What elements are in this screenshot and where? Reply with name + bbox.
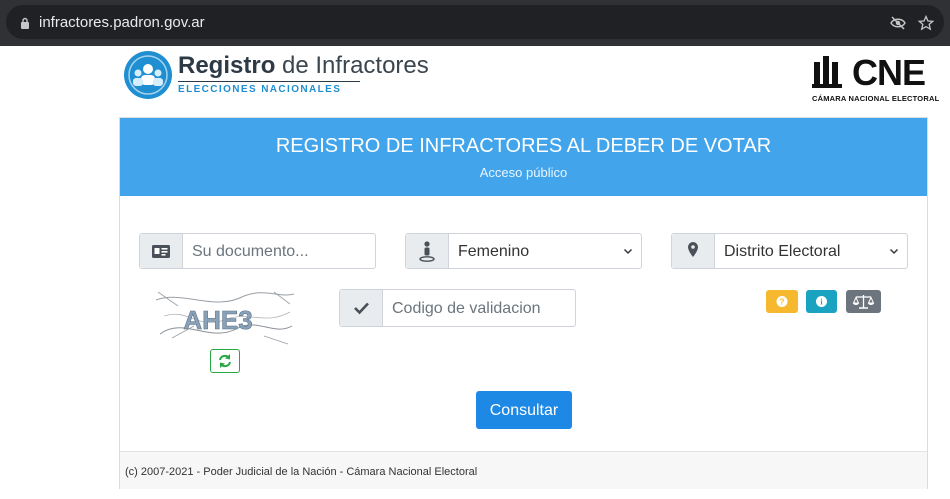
card-title: REGISTRO DE INFRACTORES AL DEBER DE VOTA… — [275, 135, 772, 157]
registro-logo-icon — [124, 51, 172, 99]
id-card-icon — [140, 234, 183, 268]
question-icon: ? — [776, 296, 788, 307]
cne-subtitle: CÁMARA NACIONAL ELECTORAL — [812, 94, 940, 103]
map-marker-icon — [672, 234, 715, 268]
url-text: infractores.padron.gov.ar — [39, 14, 205, 31]
card-subtitle: Acceso público — [479, 165, 568, 180]
star-icon[interactable] — [918, 15, 934, 31]
card-footer: (c) 2007-2021 - Poder Judicial de la Nac… — [120, 451, 927, 489]
refresh-captcha-button[interactable] — [210, 349, 240, 373]
cne-building-icon — [812, 56, 842, 88]
cne-logo: CNE CÁMARA NACIONAL ELECTORAL — [812, 50, 939, 106]
check-icon — [340, 290, 383, 326]
info-icon: i — [816, 296, 827, 307]
validation-code-input[interactable]: Codigo de validacion — [392, 300, 541, 318]
footer-copyright: (c) 2007-2021 - Poder Judicial de la Nac… — [125, 466, 478, 478]
cne-text: CNE — [852, 52, 926, 93]
logo-subtitle: ELECCIONES NACIONALES — [178, 84, 342, 95]
refresh-icon — [219, 354, 231, 368]
logo-title: Registro de Infractores — [178, 52, 429, 79]
validation-input-group: Codigo de validacion — [339, 289, 576, 327]
info-button[interactable]: i — [806, 290, 837, 313]
page-header: Registro de Infractores ELECCIONES NACIO… — [120, 46, 939, 116]
document-input[interactable]: Su documento... — [192, 243, 309, 261]
captcha-image: AHE3 — [154, 286, 296, 348]
lock-icon — [21, 17, 29, 29]
chevron-down-icon — [623, 248, 633, 255]
gender-select-group: Femenino — [405, 233, 642, 269]
document-input-group: Su documento... — [139, 233, 376, 269]
search-card: REGISTRO DE INFRACTORES AL DEBER DE VOTA… — [119, 117, 928, 489]
balance-scale-icon — [852, 295, 875, 309]
logo-divider — [178, 81, 360, 82]
legal-button[interactable] — [846, 290, 881, 313]
help-button[interactable]: ? — [766, 290, 798, 313]
address-bar[interactable]: infractores.padron.gov.ar — [6, 5, 944, 39]
district-select-group: Distrito Electoral — [671, 233, 908, 269]
chevron-down-icon — [889, 248, 899, 255]
browser-toolbar: infractores.padron.gov.ar — [0, 0, 950, 46]
gender-select[interactable]: Femenino — [458, 243, 529, 261]
district-select[interactable]: Distrito Electoral — [724, 243, 840, 261]
consultar-button[interactable]: Consultar — [476, 391, 572, 429]
captcha-text: AHE3 — [183, 305, 252, 335]
card-header: REGISTRO DE INFRACTORES AL DEBER DE VOTA… — [120, 118, 927, 196]
person-icon — [406, 234, 449, 268]
svg-text:?: ? — [780, 298, 785, 307]
eye-off-icon[interactable] — [890, 16, 906, 30]
